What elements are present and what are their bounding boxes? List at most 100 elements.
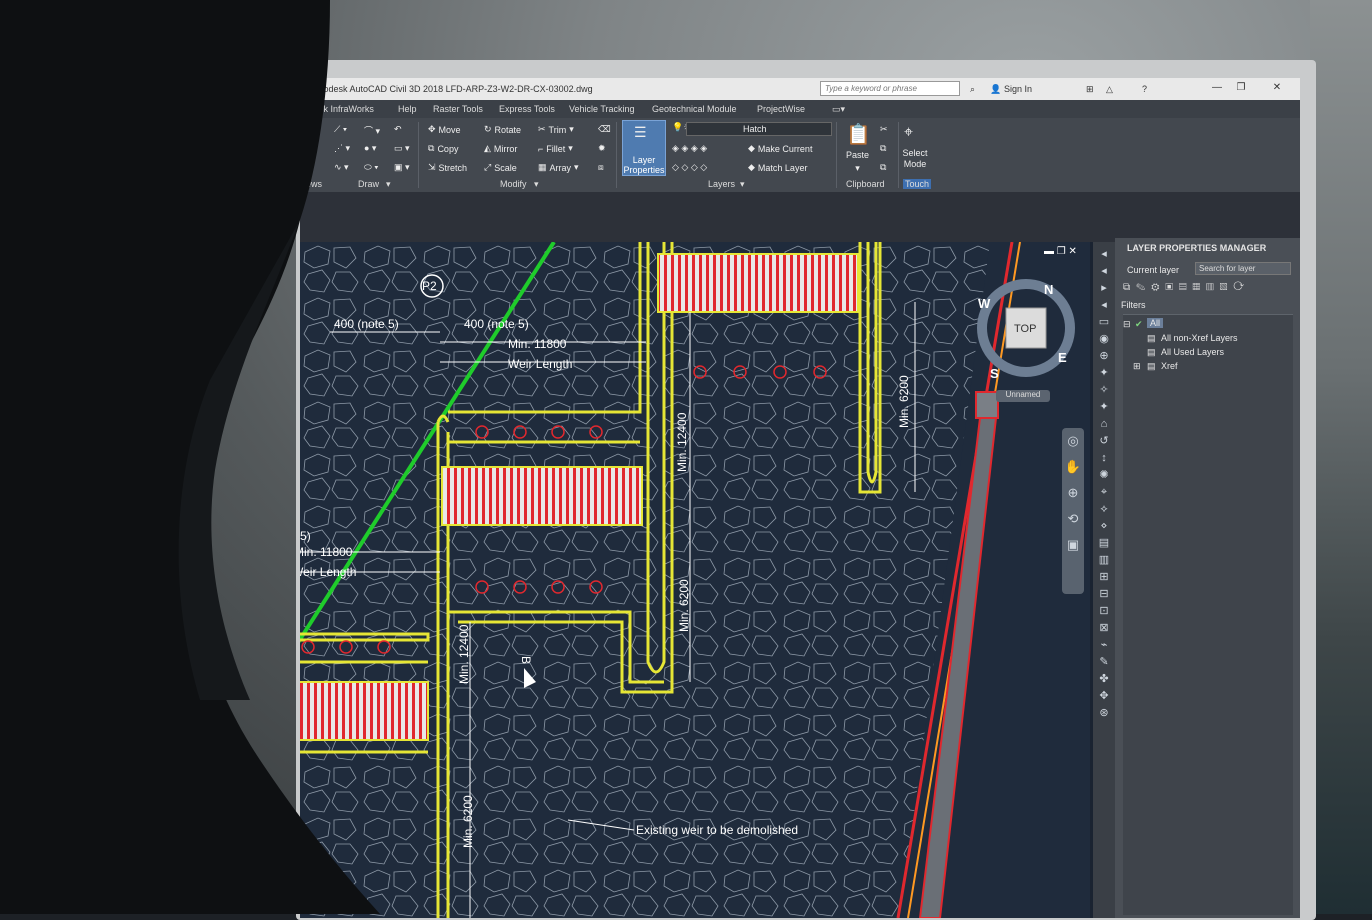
group-label-modify[interactable]: Modify	[500, 179, 527, 189]
fillet-button[interactable]: ⌐ Fillet ▾	[538, 143, 573, 154]
trim-button[interactable]: ✂ Trim ▾	[538, 124, 574, 135]
tool-icon[interactable]: ▥	[1093, 552, 1115, 569]
polyline-tool-icon[interactable]: ⋰ ▾	[334, 143, 350, 154]
tool-icon[interactable]: ✤	[1093, 671, 1115, 688]
draw-expand-icon[interactable]: ▾	[386, 179, 391, 190]
help-icon[interactable]: ?	[1142, 84, 1147, 94]
tool-icon[interactable]: ⌁	[1093, 637, 1115, 654]
undo-icon[interactable]: ↶	[394, 124, 402, 135]
minimize-button[interactable]: —	[1210, 82, 1224, 95]
layer-tool-icons-row1[interactable]: ◈ ◈ ◈ ◈	[672, 143, 707, 154]
match-layer-button[interactable]: ◆ Match Layer	[748, 162, 807, 173]
rotate-button[interactable]: ↻ Rotate	[484, 124, 521, 135]
showmotion-icon[interactable]: ▣	[1062, 532, 1084, 558]
layer-search-input[interactable]: Search for layer	[1195, 262, 1291, 275]
stretch-button[interactable]: ⇲ Stretch	[428, 162, 467, 173]
tool-icon[interactable]: ⌂	[1093, 416, 1115, 433]
circle-tool-icon[interactable]: ● ▾	[364, 143, 376, 154]
group-label-layers[interactable]: Layers	[708, 179, 735, 189]
wcs-menu[interactable]: Unnamed	[996, 390, 1050, 402]
viewport-controls[interactable]: ▬ ❐ ✕	[1044, 246, 1077, 257]
menu-help[interactable]: Help	[398, 104, 417, 114]
copy-base-icon[interactable]: ⧉	[880, 162, 886, 173]
modify-expand-icon[interactable]: ▾	[534, 179, 539, 190]
tool-icon[interactable]: ✺	[1093, 467, 1115, 484]
compass-north[interactable]: N	[1044, 282, 1053, 297]
compass-west[interactable]: W	[978, 296, 991, 311]
tool-icon[interactable]: ✎	[1093, 654, 1115, 671]
tool-icon[interactable]: ◂	[1093, 263, 1115, 280]
copy-button[interactable]: ⧉ Copy	[428, 143, 458, 154]
cart-icon[interactable]: ⊞	[1086, 84, 1094, 95]
tree-expand-icon[interactable]: ⊟	[1123, 319, 1131, 330]
mirror-button[interactable]: ◭ Mirror	[484, 143, 517, 154]
drawing-canvas[interactable]: P2 400 (note 5) 400 (note 5) Min. 11800 …	[300, 242, 1090, 918]
copy-clip-icon[interactable]: ⧉	[880, 143, 886, 154]
tool-icon[interactable]: ↕	[1093, 450, 1115, 467]
menu-vehicle-tracking[interactable]: Vehicle Tracking	[569, 104, 635, 114]
tool-icon[interactable]: ⊠	[1093, 620, 1115, 637]
filter-non-xref[interactable]: All non-Xref Layers	[1161, 333, 1238, 343]
tool-icon[interactable]: ◉	[1093, 331, 1115, 348]
layers-expand-icon[interactable]: ▾	[740, 179, 745, 190]
filter-all[interactable]: All	[1147, 318, 1164, 328]
search-input[interactable]: Type a keyword or phrase	[820, 81, 960, 96]
tool-icon[interactable]: ✧	[1093, 382, 1115, 399]
cut-icon[interactable]: ✂	[880, 124, 888, 135]
tool-icon[interactable]: ✥	[1093, 688, 1115, 705]
tool-icon[interactable]: ⊞	[1093, 569, 1115, 586]
filter-used[interactable]: All Used Layers	[1161, 347, 1224, 357]
tool-icon[interactable]: ⌖	[1093, 484, 1115, 501]
tool-icon[interactable]: ↺	[1093, 433, 1115, 450]
group-label-draw[interactable]: Draw	[358, 179, 379, 189]
restore-button[interactable]: ❐	[1234, 82, 1248, 95]
tool-icon[interactable]: ⋄	[1093, 518, 1115, 535]
region-tool-icon[interactable]: ▣ ▾	[394, 162, 410, 173]
pan-icon[interactable]: ✋	[1062, 454, 1084, 480]
tool-icon[interactable]: ▭	[1093, 314, 1115, 331]
steering-wheel-icon[interactable]: ◎	[1062, 428, 1084, 454]
array-button[interactable]: ▦ Array ▾	[538, 162, 579, 173]
tool-icon[interactable]: ◂	[1093, 297, 1115, 314]
palette-toolbar[interactable]: ⧉✎⚙▣▤▦▥▧⟳	[1123, 282, 1250, 293]
viewcube[interactable]: TOP N S E W	[970, 272, 1080, 382]
current-layer-dropdown[interactable]: Hatch	[686, 122, 832, 136]
select-mode-button[interactable]: Select Mode	[900, 148, 930, 170]
tool-icon[interactable]: ⊛	[1093, 705, 1115, 722]
tool-icon[interactable]: ✦	[1093, 365, 1115, 382]
erase-icon[interactable]: ⌫	[598, 124, 611, 135]
navigation-bar[interactable]: ◎ ✋ ⊕ ⟲ ▣	[1062, 428, 1084, 594]
line-tool-icon[interactable]: ⟋ ▾	[334, 124, 347, 135]
compass-east[interactable]: E	[1058, 350, 1067, 365]
tree-expand-icon[interactable]: ⊞	[1133, 361, 1141, 372]
tool-icon[interactable]: ▸	[1093, 280, 1115, 297]
tool-icon[interactable]: ⊡	[1093, 603, 1115, 620]
viewcube-top[interactable]: TOP	[1014, 323, 1036, 335]
explode-icon[interactable]: ✹	[598, 143, 606, 154]
menu-infraworks[interactable]: odesk InfraWorks	[304, 104, 374, 114]
tool-icon[interactable]: ⊕	[1093, 348, 1115, 365]
scale-button[interactable]: ⤢ Scale	[484, 162, 517, 173]
arc-tool-icon[interactable]: ⌒ ▾	[364, 124, 380, 137]
menu-geotechnical-module[interactable]: Geotechnical Module	[652, 104, 737, 114]
menu-express-tools[interactable]: Express Tools	[499, 104, 555, 114]
ellipse-tool-icon[interactable]: ⬭ ▾	[364, 162, 379, 173]
menu-projectwise[interactable]: ProjectWise	[757, 104, 805, 114]
orbit-icon[interactable]: ⟲	[1062, 506, 1084, 532]
exchange-icon[interactable]: △	[1106, 84, 1113, 95]
close-button[interactable]: ✕	[1270, 82, 1284, 95]
menu-raster-tools[interactable]: Raster Tools	[433, 104, 483, 114]
tool-icon[interactable]: ◂	[1093, 246, 1115, 263]
tool-icon[interactable]: ✦	[1093, 399, 1115, 416]
tool-icon[interactable]: ▤	[1093, 535, 1115, 552]
layer-tool-icons-row2[interactable]: ◇ ◇ ◇ ◇	[672, 162, 707, 173]
tool-icon[interactable]: ⊟	[1093, 586, 1115, 603]
zoom-icon[interactable]: ⊕	[1062, 480, 1084, 506]
filter-xref[interactable]: Xref	[1161, 361, 1178, 371]
rectangle-tool-icon[interactable]: ▭ ▾	[394, 143, 410, 154]
make-current-button[interactable]: ◆ Make Current	[748, 143, 812, 154]
tool-icon[interactable]: ⟡	[1093, 501, 1115, 518]
sign-in-button[interactable]: Sign In	[1004, 84, 1032, 94]
video-icon[interactable]: ▭▾	[832, 104, 845, 115]
spline-tool-icon[interactable]: ∿ ▾	[334, 162, 349, 173]
